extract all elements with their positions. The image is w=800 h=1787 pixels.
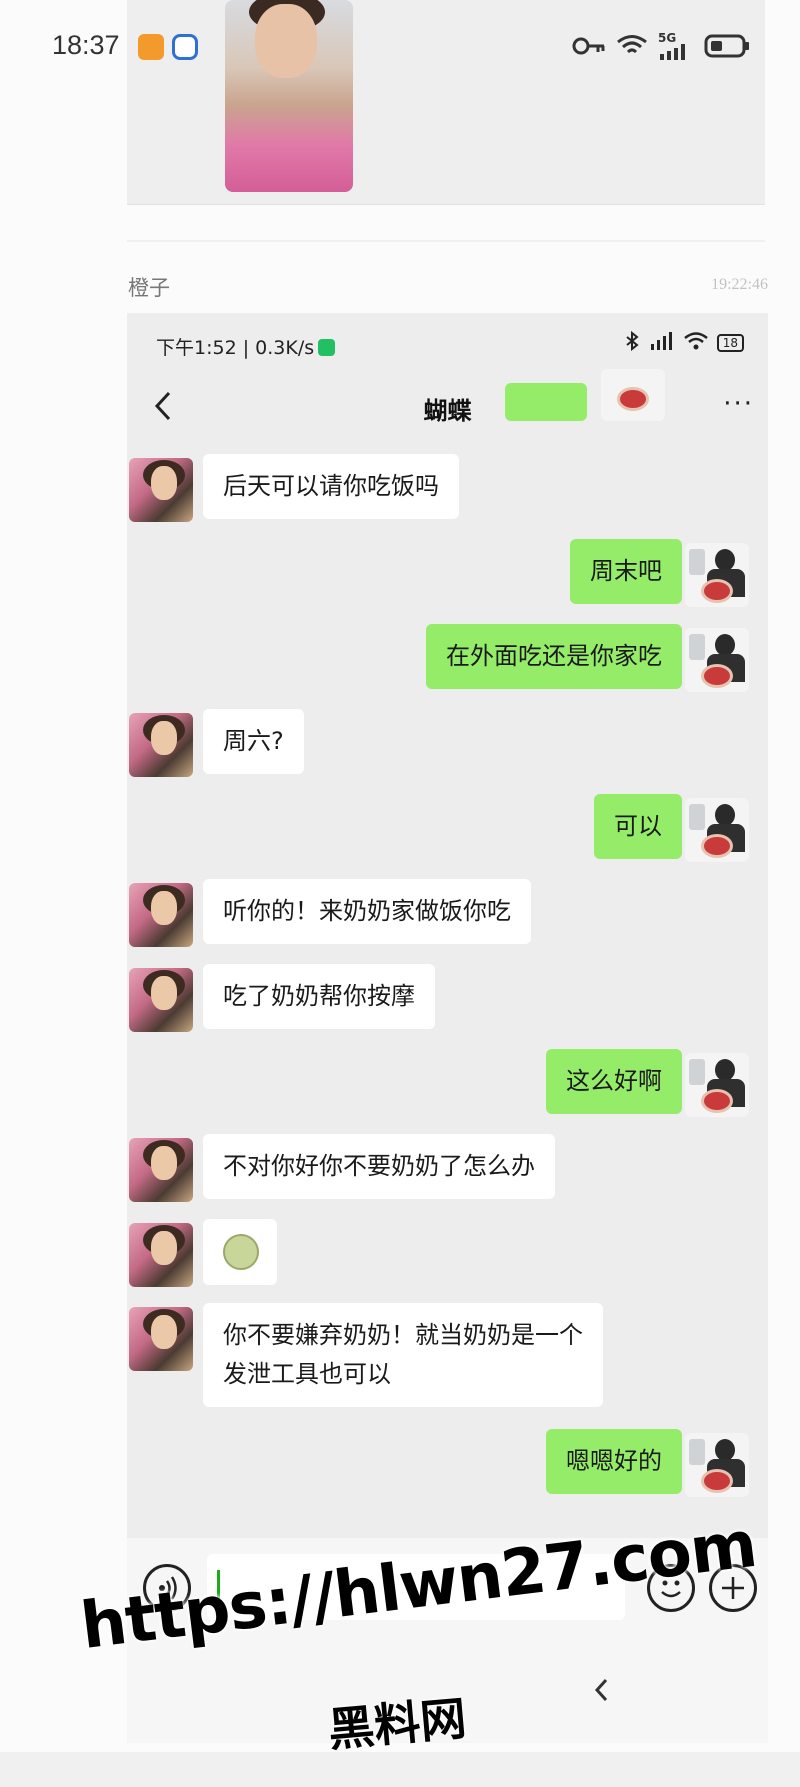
battery-icon <box>704 34 750 58</box>
my-avatar[interactable] <box>685 798 749 862</box>
message-bubble[interactable]: 周末吧 <box>570 539 682 604</box>
contact-avatar[interactable] <box>129 458 193 522</box>
network-label: 5G <box>658 31 677 45</box>
my-avatar[interactable] <box>685 1433 749 1497</box>
contact-avatar[interactable] <box>129 968 193 1032</box>
message-bubble[interactable]: 这么好啊 <box>546 1049 682 1114</box>
back-chevron-icon[interactable] <box>592 1676 612 1711</box>
key-icon <box>572 36 606 56</box>
watermark-site-name: 黑料网 <box>326 1691 469 1757</box>
wechat-icon <box>318 339 336 356</box>
sticker-emoji-icon <box>223 1234 259 1270</box>
inner-status-time: 下午1:52 | 0.3K/s <box>156 333 336 360</box>
contact-avatar[interactable] <box>129 1307 193 1371</box>
inner-wifi-icon <box>683 331 709 355</box>
message-bubble[interactable]: 后天可以请你吃饭吗 <box>203 454 459 519</box>
contact-avatar[interactable] <box>129 1138 193 1202</box>
more-options-icon[interactable]: ··· <box>723 389 754 419</box>
message-bubble[interactable]: 你不要嫌弃奶奶！就当奶奶是一个 发泄工具也可以 <box>203 1303 603 1407</box>
my-avatar[interactable] <box>601 369 665 421</box>
bottom-band <box>0 1752 800 1787</box>
message-bubble[interactable]: 不对你好你不要奶奶了怎么办 <box>203 1134 555 1199</box>
my-avatar[interactable] <box>685 1053 749 1117</box>
status-time: 18:37 <box>52 30 120 60</box>
message-bubble[interactable]: 周六? <box>203 709 304 774</box>
inner-time-speed: 下午1:52 | 0.3K/s <box>156 337 315 359</box>
outer-status-bar: 18:37 5G <box>0 20 800 76</box>
chat-title: 蝴蝶 <box>423 397 472 425</box>
app-notification-icon-2 <box>172 34 198 60</box>
contact-avatar[interactable] <box>129 883 193 947</box>
signal-5g-icon: 5G <box>658 32 694 60</box>
inner-status-bar: 下午1:52 | 0.3K/s 18 <box>127 313 768 371</box>
contact-avatar[interactable] <box>129 713 193 777</box>
message-bubble[interactable]: 吃了奶奶帮你按摩 <box>203 964 435 1029</box>
message-timestamp: 19:22:46 <box>711 276 768 293</box>
contact-avatar[interactable] <box>129 1223 193 1287</box>
message-bubble[interactable]: 听你的！来奶奶家做饭你吃 <box>203 879 531 944</box>
sticker-message[interactable] <box>203 1219 277 1285</box>
screenshot-page: 18:37 5G 橙子 19:22:46 下午1:52 | 0.3K/s 18 … <box>0 0 800 1787</box>
divider <box>127 240 765 242</box>
message-bubble[interactable]: 在外面吃还是你家吃 <box>426 624 682 689</box>
message-bubble[interactable]: 嗯嗯好的 <box>546 1429 682 1494</box>
app-notification-icon <box>138 34 164 60</box>
wifi-icon <box>616 34 648 58</box>
message-line: 发泄工具也可以 <box>223 1360 391 1388</box>
message-bubble[interactable]: 可以 <box>594 794 682 859</box>
inner-battery-icon: 18 <box>716 334 744 352</box>
my-avatar[interactable] <box>685 543 749 607</box>
message-line: 你不要嫌弃奶奶！就当奶奶是一个 <box>223 1321 583 1349</box>
inner-battery-level: 18 <box>722 336 738 350</box>
partial-message-bubble <box>505 383 587 421</box>
sender-name: 橙子 <box>128 276 170 300</box>
bluetooth-icon <box>625 330 639 355</box>
inner-signal-icon <box>647 332 675 354</box>
chat-header: 蝴蝶 ··· <box>127 371 768 441</box>
my-avatar[interactable] <box>685 628 749 692</box>
